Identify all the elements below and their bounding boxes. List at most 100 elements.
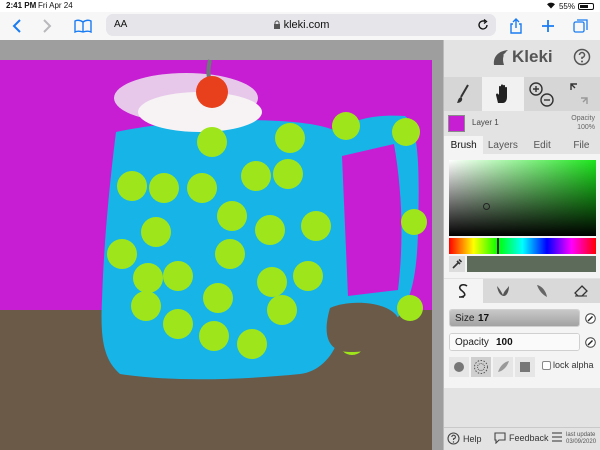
book-icon	[74, 19, 92, 33]
kleki-side-panel: Kleki Layer 1 Opacity 100% Brush Layers …	[443, 40, 600, 450]
brush-tool-button[interactable]	[444, 77, 482, 111]
size-value: 17	[478, 313, 490, 324]
feather-brush-shape[interactable]	[493, 357, 513, 377]
plus-icon	[542, 20, 554, 32]
forward-button[interactable]	[36, 15, 58, 37]
help-button[interactable]: Help	[447, 432, 482, 445]
hue-marker[interactable]	[497, 238, 499, 254]
mug-handle-hole	[342, 144, 402, 296]
tabs-overview-button[interactable]	[570, 15, 592, 37]
zoom-buttons[interactable]	[526, 77, 556, 111]
lock-alpha-label: lock alpha	[553, 360, 594, 370]
circle-icon	[454, 362, 464, 372]
wifi-icon	[546, 1, 556, 11]
chevron-left-icon	[12, 19, 21, 33]
last-update: last update 03/09/2020	[566, 432, 596, 446]
blend-icon	[496, 286, 509, 296]
hand-icon	[496, 84, 507, 103]
drawing-canvas[interactable]	[0, 40, 443, 450]
status-date: Fri Apr 24	[38, 1, 73, 10]
color-cursor[interactable]	[483, 203, 490, 210]
feather-icon	[498, 361, 509, 372]
hand-tool-button[interactable]	[482, 77, 524, 111]
status-bar: 2:41 PM Fri Apr 24 55%	[0, 0, 600, 12]
last-update-date: 03/09/2020	[566, 439, 597, 445]
color-row	[449, 256, 596, 272]
help-button-top[interactable]	[573, 48, 591, 71]
ipad-screen: 2:41 PM Fri Apr 24 55% AA kleki.com Klek…	[0, 0, 600, 450]
pressure-icon	[584, 336, 596, 348]
bookmarks-button[interactable]	[72, 15, 94, 37]
status-time: 2:41 PM	[6, 1, 37, 10]
eraser-button[interactable]	[562, 279, 600, 303]
layer-opacity-value: 100%	[577, 124, 595, 131]
texture-icon	[474, 360, 488, 374]
opacity-value: 100	[496, 337, 513, 348]
pen-brush-button[interactable]	[444, 279, 484, 303]
square-brush-shape[interactable]	[515, 357, 535, 377]
tabs-icon	[573, 19, 588, 33]
tool-row	[444, 77, 600, 111]
layer-opacity: Opacity 100%	[571, 114, 595, 132]
sketchy-brush-button[interactable]	[523, 279, 562, 303]
battery-level	[580, 4, 588, 8]
lock-alpha-toggle[interactable]: lock alpha	[542, 360, 594, 370]
kleki-brand: Kleki	[444, 40, 600, 75]
new-tab-button[interactable]	[537, 15, 559, 37]
last-update-label: last update	[566, 432, 596, 438]
tab-file[interactable]: File	[562, 136, 600, 154]
size-slider[interactable]: Size 17	[449, 309, 580, 327]
zoom-in-out-icon	[529, 82, 554, 107]
brush-shape-options	[449, 357, 535, 377]
address-text: kleki.com	[106, 19, 496, 31]
opacity-slider[interactable]: Opacity 100	[449, 333, 580, 351]
opacity-label: Opacity	[455, 337, 489, 348]
back-button[interactable]	[6, 15, 28, 37]
texture-brush-shape[interactable]	[471, 357, 491, 377]
cherry	[196, 76, 228, 108]
list-icon	[552, 432, 562, 442]
opacity-pen-pressure-toggle[interactable]	[584, 336, 596, 348]
share-button[interactable]	[505, 15, 527, 37]
eyedropper-icon	[452, 258, 463, 269]
eyedropper-button[interactable]	[449, 256, 465, 272]
size-label: Size	[455, 313, 475, 324]
layer-name: Layer 1	[472, 118, 499, 127]
reload-button[interactable]	[474, 16, 492, 34]
kleki-logo-icon	[493, 50, 508, 65]
feedback-icon	[494, 432, 506, 444]
address-url: kleki.com	[283, 19, 330, 31]
tab-edit[interactable]: Edit	[523, 136, 562, 154]
current-color-swatch[interactable]	[467, 256, 596, 272]
current-layer[interactable]: Layer 1 Opacity 100%	[444, 111, 600, 136]
undo-redo-buttons[interactable]	[562, 77, 596, 111]
changelog-button[interactable]	[551, 432, 563, 442]
address-bar[interactable]: AA kleki.com	[106, 14, 496, 36]
hue-slider[interactable]	[449, 238, 596, 254]
brand-name: Kleki	[512, 47, 553, 66]
tab-layers[interactable]: Layers	[483, 136, 522, 154]
brush-settings: Size 17 Opacity 100 lock alpha	[444, 303, 600, 388]
question-icon	[447, 432, 460, 445]
size-pen-pressure-toggle[interactable]	[584, 312, 596, 324]
brush-icon	[457, 84, 469, 103]
drawing-workspace[interactable]	[0, 40, 443, 450]
blend-brush-button[interactable]	[483, 279, 522, 303]
status-right: 55%	[546, 1, 594, 11]
browser-toolbar: AA kleki.com	[0, 12, 600, 40]
question-icon	[573, 48, 591, 66]
eraser-icon	[574, 285, 589, 297]
feedback-button[interactable]: Feedback	[494, 432, 549, 444]
share-icon	[510, 18, 522, 34]
pen-stroke-icon	[458, 283, 468, 298]
color-picker	[444, 154, 600, 278]
lock-alpha-checkbox[interactable]	[542, 360, 551, 370]
panel-footer: Help Feedback last update 03/09/2020	[444, 427, 600, 450]
square-icon	[520, 362, 530, 372]
sketchy-icon	[537, 285, 548, 297]
chevron-right-icon	[43, 19, 52, 33]
saturation-value-picker[interactable]	[449, 160, 596, 236]
layer-thumbnail	[448, 115, 465, 132]
round-brush-shape[interactable]	[449, 357, 469, 377]
tab-brush[interactable]: Brush	[444, 136, 484, 154]
